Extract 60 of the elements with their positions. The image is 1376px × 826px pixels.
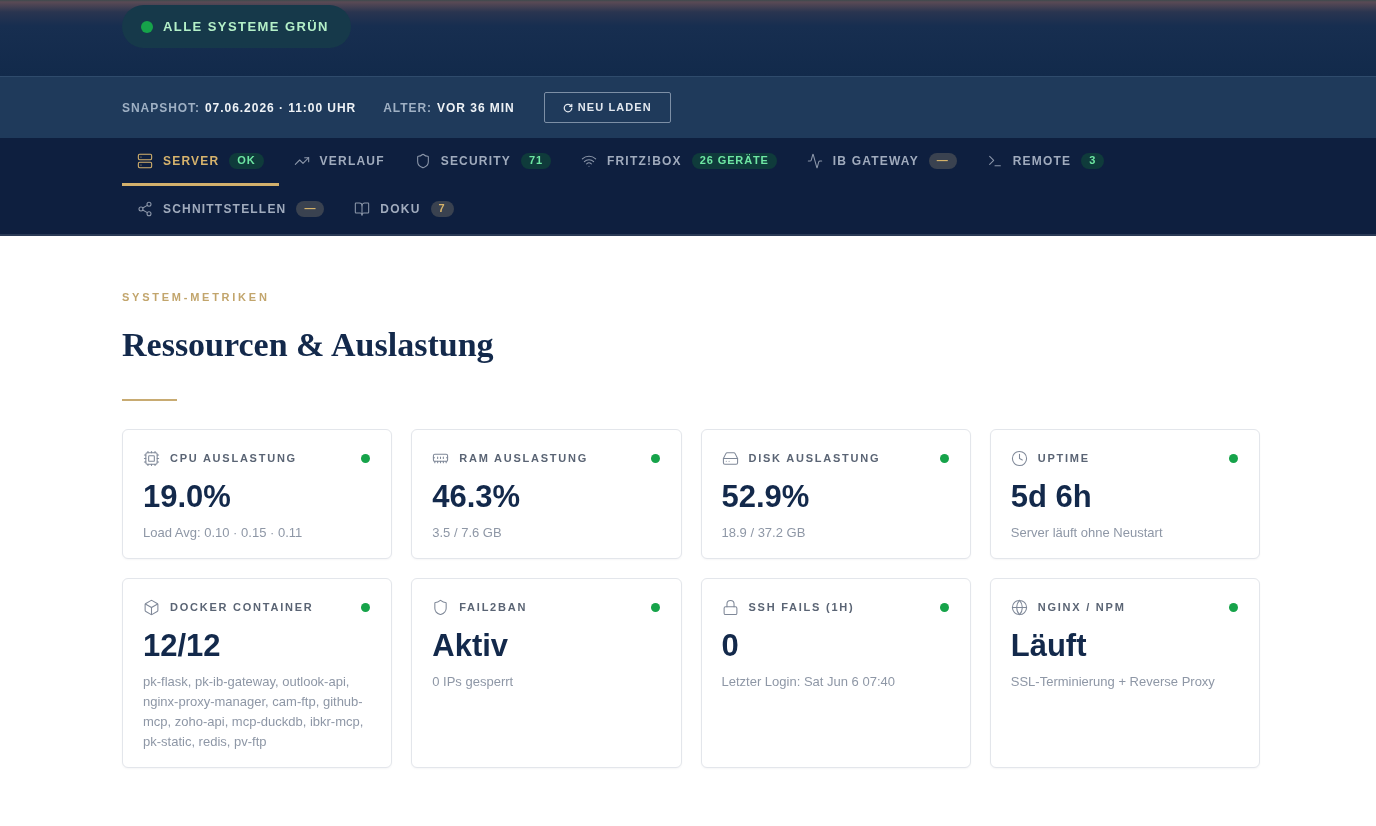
share-icon [137, 200, 153, 217]
metric-value: 0 [721, 627, 740, 665]
clock-icon [1010, 449, 1028, 467]
tab[interactable]: FRITZ!BOX 26 GERÄTE [565, 138, 792, 186]
count-badge: 3 [1081, 152, 1105, 169]
metric-label: RAM AUSLASTUNG [459, 450, 588, 466]
metric-value: Aktiv [432, 627, 510, 665]
count-badge: 7 [430, 200, 454, 217]
section-eyebrow: SYSTEM-METRIKEN [122, 290, 270, 304]
metric-detail: 0 IPs gesperrt [432, 673, 515, 691]
metric-detail: SSL-Terminierung + Reverse Proxy [1010, 673, 1216, 691]
info-value: VOR 36 MIN [437, 99, 515, 117]
metric-detail: Letzter Login: Sat Jun 6 07:40 [721, 673, 896, 691]
metric-value: 5d 6h [1010, 478, 1093, 516]
metric-detail: 18.9 / 37.2 GB [721, 524, 807, 542]
metric-label: FAIL2BAN [459, 599, 528, 615]
metric-label: DISK AUSLASTUNG [748, 450, 881, 466]
metric-detail: Load Avg: 0.10 · 0.15 · 0.11 [143, 524, 304, 542]
shield-icon [432, 598, 450, 616]
server-icon [137, 152, 153, 169]
tab[interactable]: REMOTE 3 [971, 138, 1120, 186]
shield-icon [414, 152, 431, 169]
status-text: ALLE SYSTEME GRÜN [163, 17, 329, 36]
info-label: ALTER: [383, 99, 433, 117]
tab[interactable]: SCHNITTSTELLEN — [122, 186, 340, 234]
book-icon [354, 200, 371, 217]
pulse-icon [806, 152, 823, 169]
metric-value: 12/12 [143, 627, 222, 665]
reload-button[interactable]: NEU LADEN [543, 92, 671, 123]
count-badge: 26 GERÄTE [691, 152, 777, 169]
info-label: SNAPSHOT: [122, 99, 200, 117]
lock-icon [721, 598, 739, 616]
metric-label: NGINX / NPM [1037, 599, 1126, 615]
metric-value: 46.3% [432, 478, 522, 516]
metric-detail: pk-flask, pk-ib-gateway, outlook-api, nginx-proxy-manager, cam-ftp, github-mcp, zoho-api, mcp-duckdb, ibkr-mcp, pk-static, redis, pv-ftp [143, 673, 365, 751]
metric-detail: Server läuft ohne Neustart [1010, 524, 1164, 542]
count-badge: 71 [520, 152, 551, 169]
tab[interactable]: DOKU 7 [339, 186, 469, 234]
section-title: Ressourcen & Auslastung [122, 325, 494, 365]
metric-detail: 3.5 / 7.6 GB [432, 524, 503, 542]
info-value: 07.06.2026 · 11:00 UHR [205, 99, 357, 117]
globe-icon [1010, 598, 1028, 616]
cube-icon [143, 598, 160, 616]
tab[interactable]: VERLAUF [278, 138, 400, 186]
count-badge: OK [229, 152, 264, 169]
metric-value: Läuft [1010, 627, 1088, 665]
metric-label: CPU AUSLASTUNG [170, 450, 297, 466]
metric-label: UPTIME [1037, 450, 1090, 466]
metric-value: 52.9% [721, 478, 811, 516]
count-badge: — [928, 152, 957, 169]
metric-label: SSH FAILS (1H) [748, 599, 855, 615]
tab[interactable]: SECURITY 71 [399, 138, 566, 186]
refresh-icon [562, 102, 573, 113]
cpu-icon [143, 449, 160, 467]
metric-value: 19.0% [143, 478, 232, 516]
tab[interactable]: IB GATEWAY — [791, 138, 972, 186]
count-badge: — [296, 200, 325, 217]
hard-drive-icon [721, 449, 739, 467]
metric-label: DOCKER CONTAINER [170, 599, 314, 615]
tab[interactable]: SERVER OK [122, 138, 279, 186]
